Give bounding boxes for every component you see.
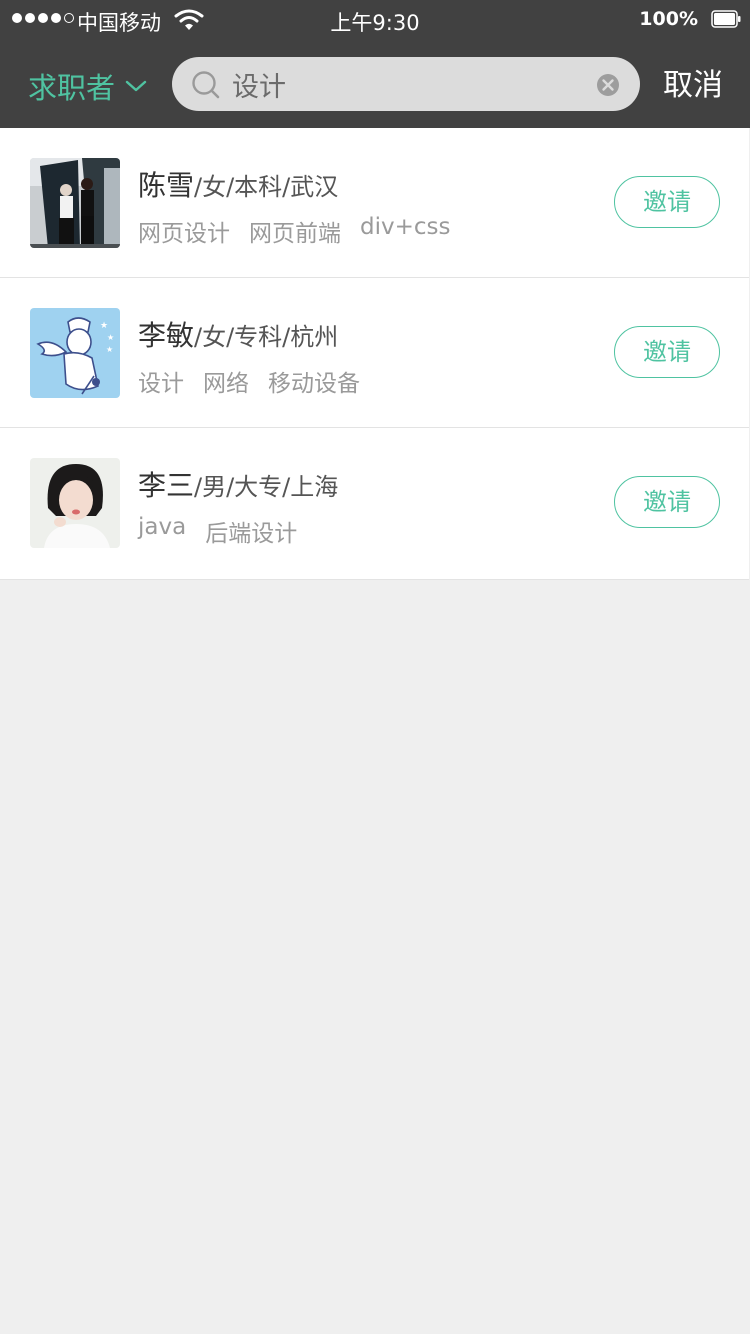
svg-text:★: ★ [100,321,108,331]
clear-icon[interactable] [596,73,620,97]
invite-button[interactable]: 邀请 [614,326,720,378]
skill-tag: 网络 [203,371,249,397]
candidate-list: 陈雪/女/本科/武汉 网页设计 网页前端 div+css 邀请 ★ ★ ★ 李敏… [0,128,749,580]
cancel-button[interactable]: 取消 [663,64,723,108]
candidate-name: 李三 [138,469,195,502]
chevron-down-icon [125,80,147,92]
candidate-details: /女/专科/杭州 [194,323,339,351]
avatar [30,458,120,548]
skill-tags: 设计 网络 移动设备 [138,364,360,398]
svg-text:★: ★ [106,345,113,354]
candidate-details: /女/本科/武汉 [194,173,339,201]
list-item[interactable]: ★ ★ ★ 李敏/女/专科/杭州 设计 网络 移动设备 邀请 [0,278,749,428]
top-bar: 中国移动 上午9:30 100% 求职者 取消 [0,0,750,128]
skill-tags: java 后端设计 [138,514,297,548]
skill-tag: 网页设计 [138,221,230,247]
role-filter-dropdown[interactable]: 求职者 [28,64,147,108]
search-input[interactable] [232,57,572,111]
battery-icon [711,10,741,28]
avatar: ★ ★ ★ [30,308,120,398]
skill-tag: 网页前端 [249,221,341,247]
invite-button[interactable]: 邀请 [614,176,720,228]
candidate-name-line: 陈雪/女/本科/武汉 [138,164,338,204]
skill-tag: 设计 [138,371,184,397]
candidate-name-line: 李三/男/大专/上海 [138,464,338,504]
candidate-name: 陈雪 [138,169,195,202]
list-item[interactable]: 陈雪/女/本科/武汉 网页设计 网页前端 div+css 邀请 [0,128,749,278]
list-item[interactable]: 李三/男/大专/上海 java 后端设计 邀请 [0,428,749,580]
skill-tag: div+css [360,214,451,240]
search-bar[interactable] [172,57,640,111]
candidate-details: /男/大专/上海 [194,473,339,501]
candidate-name: 李敏 [138,319,195,352]
candidate-name-line: 李敏/女/专科/杭州 [138,314,338,354]
role-filter-label: 求职者 [28,71,116,105]
svg-text:★: ★ [107,333,114,342]
skill-tag: 移动设备 [268,371,360,397]
invite-button[interactable]: 邀请 [614,476,720,528]
skill-tag: 后端设计 [205,521,298,547]
battery-percent: 100% [639,8,698,30]
avatar [30,158,120,248]
search-icon [192,71,220,99]
skill-tags: 网页设计 网页前端 div+css [138,214,450,248]
skill-tag: java [138,514,187,540]
status-bar: 中国移动 上午9:30 100% [0,0,750,40]
status-time: 上午9:30 [330,11,420,35]
